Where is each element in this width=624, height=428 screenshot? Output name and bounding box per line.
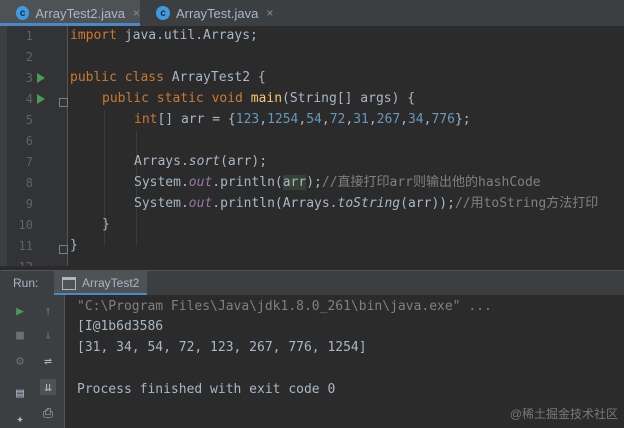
number-literal: 72: [329, 112, 346, 127]
console-command-line: "C:\Program Files\Java\jdk1.8.0_261\bin\…: [77, 299, 492, 314]
code-text: [] arr = {: [157, 112, 236, 127]
method-call: sort: [188, 154, 221, 169]
method-name: main: [250, 91, 283, 106]
stop-icon[interactable]: ■: [12, 327, 28, 343]
code-text: java.util.Arrays;: [116, 28, 258, 43]
pin-icon[interactable]: ✦: [12, 411, 28, 427]
comment: //用toString方法打印: [454, 196, 599, 211]
line-number: 2: [25, 50, 33, 64]
code-line-8: System.out.println(arr);//直接打印arr则输出他的ha…: [134, 173, 541, 193]
layout-icon[interactable]: ▤: [12, 385, 28, 401]
console-line: [I@1b6d3586: [77, 319, 164, 334]
line-number: 11: [18, 239, 33, 253]
rerun-icon[interactable]: ▶: [12, 303, 28, 319]
editor-tab-bar: c ArrayTest2.java × c ArrayTest.java ×: [0, 0, 624, 27]
project-tool-strip[interactable]: [0, 26, 7, 266]
soft-wrap-icon[interactable]: ⇌: [40, 353, 56, 369]
run-config-tab[interactable]: ArrayTest2: [54, 271, 148, 295]
keyword: public class: [70, 70, 164, 85]
number-literal: 1254: [267, 112, 299, 127]
code-text: .println(: [212, 175, 283, 190]
line-number: 8: [25, 176, 33, 190]
print-icon[interactable]: ⎙: [40, 405, 56, 421]
code-line-1: import java.util.Arrays;: [70, 26, 258, 46]
comment: //直接打印arr则输出他的hashCode: [321, 175, 541, 190]
code-text: (String[] args) {: [282, 91, 416, 106]
console-icon: [62, 276, 76, 290]
keyword: import: [70, 28, 117, 43]
run-class-icon[interactable]: [37, 73, 45, 83]
code-line-9: System.out.println(Arrays.toString(arr))…: [134, 194, 598, 214]
code-text: System.: [134, 175, 189, 190]
watermark: @稀土掘金技术社区: [509, 407, 618, 421]
console-line: [31, 34, 54, 72, 123, 267, 776, 1254]: [77, 340, 367, 355]
keyword: public static void: [102, 91, 243, 106]
run-toolbar: ▶ ■ ⚙ ▤ ✦ ↑ ↓ ⇌ ⇊ ⎙: [0, 295, 65, 428]
line-number: 4: [25, 92, 33, 106]
number-literal: 267: [376, 112, 401, 127]
code-text: );: [306, 175, 322, 190]
fold-icon[interactable]: [59, 98, 68, 107]
line-number: 7: [25, 155, 33, 169]
tab-arraytest2[interactable]: c ArrayTest2.java ×: [0, 0, 140, 26]
line-number: 6: [25, 134, 33, 148]
keyword: int: [134, 112, 158, 127]
number-literal: 776: [431, 112, 455, 127]
tab-arraytest[interactable]: c ArrayTest.java ×: [146, 0, 276, 26]
code-text: .println(Arrays.: [212, 196, 338, 211]
number-literal: 123: [235, 112, 260, 127]
fold-icon[interactable]: [59, 245, 68, 254]
run-main-icon[interactable]: [37, 94, 45, 104]
highlighted-identifier: arr: [282, 175, 307, 190]
static-field: out: [188, 175, 213, 190]
scroll-to-end-icon[interactable]: ⇊: [40, 379, 56, 395]
line-number: 3: [25, 71, 33, 85]
number-literal: 54: [306, 112, 322, 127]
line-number: 1: [25, 29, 33, 43]
run-label: Run:: [13, 276, 39, 290]
settings-icon[interactable]: ⚙: [12, 353, 28, 369]
tab-label: ArrayTest2.java: [35, 5, 125, 21]
run-toolwindow-header: Run: ArrayTest2: [0, 270, 624, 296]
console-line: Process finished with exit code 0: [77, 382, 336, 397]
code-text: };: [454, 112, 471, 127]
number-literal: 34: [407, 112, 424, 127]
tab-label: ArrayTest.java: [176, 5, 259, 21]
code-line-7: Arrays.sort(arr);: [134, 152, 267, 172]
code-line-4: public static void main(String[] args) {: [102, 89, 415, 109]
static-field: out: [188, 196, 213, 211]
code-text: ArrayTest2 {: [163, 70, 266, 85]
code-text: System.: [134, 196, 189, 211]
line-number-gutter[interactable]: 1 2 3 4 5 6 7 8 9 10 11 12: [7, 26, 68, 266]
line-number: 5: [25, 113, 33, 127]
method-call: toString: [337, 196, 401, 211]
close-icon[interactable]: ×: [266, 6, 273, 20]
code-editor[interactable]: import java.util.Arrays; public class Ar…: [68, 26, 624, 266]
number-literal: 31: [353, 112, 369, 127]
code-text: Arrays.: [134, 154, 189, 169]
line-number: 10: [18, 218, 33, 232]
run-tab-label: ArrayTest2: [82, 276, 140, 290]
line-number: 12: [7, 257, 33, 266]
scroll-down-icon[interactable]: ↓: [40, 327, 56, 343]
code-line-5: int[] arr = {123,1254,54,72,31,267,34,77…: [134, 112, 471, 127]
code-line-11: }: [70, 238, 78, 253]
java-class-icon: c: [156, 6, 170, 20]
code-text: (arr);: [220, 154, 268, 169]
java-class-icon: c: [16, 6, 30, 20]
code-line-10: }: [102, 217, 110, 232]
code-text: (arr));: [400, 196, 455, 211]
code-line-3: public class ArrayTest2 {: [70, 68, 266, 88]
console-output[interactable]: "C:\Program Files\Java\jdk1.8.0_261\bin\…: [65, 295, 624, 428]
line-number: 9: [25, 197, 33, 211]
close-icon[interactable]: ×: [133, 6, 140, 20]
scroll-up-icon[interactable]: ↑: [40, 303, 56, 319]
